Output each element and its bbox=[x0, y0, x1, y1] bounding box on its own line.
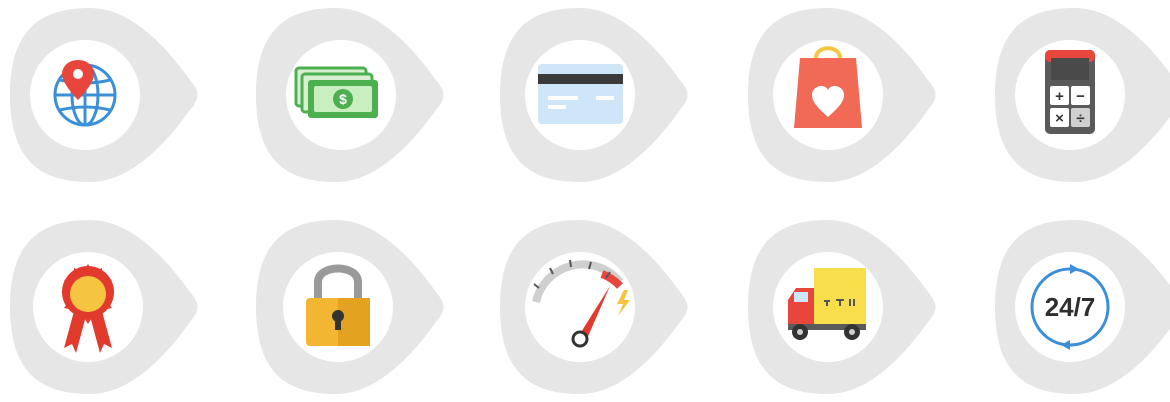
money-icon: $ bbox=[256, 8, 444, 182]
calculator-icon: + − × ÷ bbox=[995, 8, 1170, 182]
tile-padlock bbox=[246, 212, 446, 402]
tile-credit-card bbox=[490, 0, 690, 190]
feature-icons-grid: $ + − × ÷ 24/7 bbox=[0, 0, 1170, 402]
tile-shopping-bag bbox=[738, 0, 938, 190]
tile-delivery-truck bbox=[738, 212, 938, 402]
calc-key-divide: ÷ bbox=[1076, 110, 1084, 127]
tile-award bbox=[0, 212, 200, 402]
support-label: 24/7 bbox=[1045, 292, 1096, 322]
calc-key-plus: + bbox=[1055, 88, 1064, 105]
tile-money: $ bbox=[246, 0, 446, 190]
calc-key-times: × bbox=[1055, 110, 1064, 127]
calc-key-minus: − bbox=[1076, 88, 1085, 105]
padlock-icon bbox=[256, 220, 444, 394]
award-ribbon-icon bbox=[10, 220, 198, 394]
delivery-truck-icon bbox=[748, 220, 936, 394]
tile-support-24-7: 24/7 bbox=[985, 212, 1170, 402]
credit-card-icon bbox=[500, 8, 688, 182]
money-symbol: $ bbox=[339, 91, 347, 107]
speedometer-icon bbox=[500, 220, 688, 394]
shopping-bag-heart-icon bbox=[748, 8, 936, 182]
support-24-7-icon: 24/7 bbox=[995, 220, 1170, 394]
tile-calculator: + − × ÷ bbox=[985, 0, 1170, 190]
globe-location-icon bbox=[10, 8, 198, 182]
tile-globe bbox=[0, 0, 200, 190]
tile-speedometer bbox=[490, 212, 690, 402]
